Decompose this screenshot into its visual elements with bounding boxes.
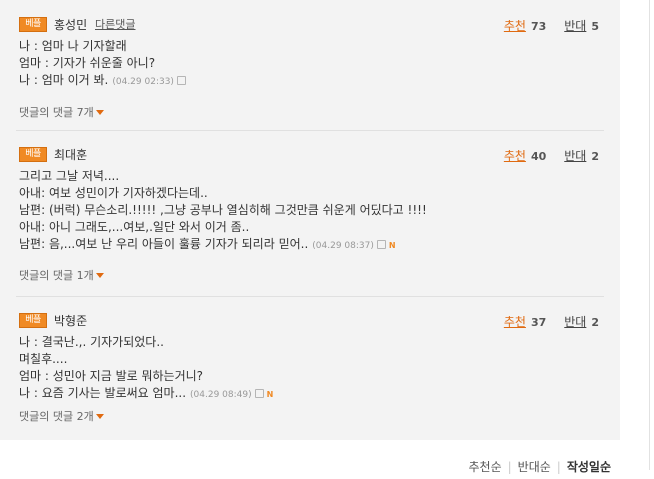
comment-line: 그리고 그날 저녁.... xyxy=(19,169,120,183)
comment-line-last: 남편: 음,...여보 난 우리 아들이 훌륭 기자가 되리라 믿어.. (04.… xyxy=(19,236,604,255)
comment-item: 베플 홍성민 다른댓글 추천 73 반대 5 나 : 엄마 나 기자할래 엄마 : 기… xyxy=(16,16,604,120)
chevron-down-icon xyxy=(95,110,104,115)
sort-latest-link[interactable]: 작성일순 xyxy=(567,460,611,474)
comment-line-text: 나 : 요즘 기사는 발로써요 엄마... xyxy=(19,386,187,400)
vote-area: 추천 40 반대 2 xyxy=(504,147,599,164)
chevron-down-icon xyxy=(95,273,104,278)
lock-icon xyxy=(254,389,264,398)
comment-item: 베플 박형준 추천 37 반대 2 나 : 결국난.,. 기자가되었다.. 며칠후..… xyxy=(16,312,604,424)
best-badge: 베플 xyxy=(19,147,47,162)
oppose-button[interactable]: 반대 xyxy=(564,149,586,163)
lock-icon xyxy=(176,76,186,85)
replies-toggle[interactable]: 댓글의 댓글 1개 xyxy=(16,267,604,283)
comment-divider xyxy=(16,130,604,131)
author-name[interactable]: 박형준 xyxy=(54,312,87,329)
comment-divider xyxy=(16,296,604,297)
recommend-button[interactable]: 추천 xyxy=(504,19,526,33)
comment-body: 나 : 엄마 나 기자할래 엄마 : 기자가 쉬운줄 아니? 나 : 엄마 이거… xyxy=(16,38,604,91)
comment-line: 아내: 여보 성민이가 기자하겠다는데.. xyxy=(19,186,208,200)
recommend-count: 73 xyxy=(530,20,547,33)
sort-bar: 추천순 | 반대순 | 작성일순 xyxy=(468,458,611,475)
oppose-count: 2 xyxy=(591,316,599,329)
oppose-count: 2 xyxy=(591,150,599,163)
sort-oppose-link[interactable]: 반대순 xyxy=(518,460,551,474)
oppose-button[interactable]: 반대 xyxy=(564,315,586,329)
comment-header: 베플 최대훈 추천 40 반대 2 xyxy=(16,146,604,166)
comment-line: 엄마 : 성민아 지금 발로 뭐하는거니? xyxy=(19,369,204,383)
chevron-down-icon xyxy=(95,414,104,419)
oppose-button[interactable]: 반대 xyxy=(564,19,586,33)
comment-line: 아내: 아니 그래도,...여보,.일단 와서 이거 좀.. xyxy=(19,220,250,234)
sort-separator: | xyxy=(507,460,512,474)
timestamp: (04.29 08:49) xyxy=(190,390,252,400)
comment-line: 며칠후.... xyxy=(19,352,68,366)
oppose-count: 5 xyxy=(591,20,599,33)
replies-label: 댓글의 댓글 7개 xyxy=(19,106,94,119)
replies-label: 댓글의 댓글 2개 xyxy=(19,410,94,423)
comment-header: 베플 홍성민 다른댓글 추천 73 반대 5 xyxy=(16,16,604,36)
best-badge: 베플 xyxy=(19,17,47,32)
comment-line: 나 : 엄마 나 기자할래 xyxy=(19,39,127,53)
author-name[interactable]: 최대훈 xyxy=(54,146,87,163)
comment-line-last: 나 : 엄마 이거 봐. (04.29 02:33) xyxy=(19,72,604,91)
comment-line-last: 나 : 요즘 기사는 발로써요 엄마... (04.29 08:49) N xyxy=(19,385,604,404)
sort-separator: | xyxy=(556,460,561,474)
vote-area: 추천 37 반대 2 xyxy=(504,313,599,330)
new-badge: N xyxy=(388,241,396,250)
best-badge: 베플 xyxy=(19,313,47,328)
timestamp: (04.29 02:33) xyxy=(112,77,174,87)
new-badge: N xyxy=(266,390,274,399)
replies-toggle[interactable]: 댓글의 댓글 7개 xyxy=(16,104,604,120)
comment-item: 베플 최대훈 추천 40 반대 2 그리고 그날 저녁.... 아내: 여보 성민이가… xyxy=(16,146,604,283)
comment-line: 남편: (버럭) 무슨소리.!!!!! ,그냥 공부나 열심히해 그것만큼 쉬운… xyxy=(19,203,427,217)
comment-line-text: 나 : 엄마 이거 봐. xyxy=(19,73,109,87)
recommend-button[interactable]: 추천 xyxy=(504,149,526,163)
replies-label: 댓글의 댓글 1개 xyxy=(19,269,94,282)
recommend-count: 37 xyxy=(530,316,547,329)
timestamp: (04.29 08:37) xyxy=(312,241,374,251)
comment-line: 나 : 결국난.,. 기자가되었다.. xyxy=(19,335,164,349)
comment-body: 그리고 그날 저녁.... 아내: 여보 성민이가 기자하겠다는데.. 남편: … xyxy=(16,168,604,255)
comment-header: 베플 박형준 추천 37 반대 2 xyxy=(16,312,604,332)
divider xyxy=(649,0,650,470)
comment-body: 나 : 결국난.,. 기자가되었다.. 며칠후.... 엄마 : 성민아 지금 … xyxy=(16,334,604,404)
lock-icon xyxy=(376,240,386,249)
recommend-count: 40 xyxy=(530,150,547,163)
comment-line-text: 남편: 음,...여보 난 우리 아들이 훌륭 기자가 되리라 믿어.. xyxy=(19,237,309,251)
sort-recommend-link[interactable]: 추천순 xyxy=(468,460,501,474)
comment-line: 엄마 : 기자가 쉬운줄 아니? xyxy=(19,56,156,70)
recommend-button[interactable]: 추천 xyxy=(504,315,526,329)
other-comments-link[interactable]: 다른댓글 xyxy=(95,16,135,32)
vote-area: 추천 73 반대 5 xyxy=(504,17,599,34)
author-name[interactable]: 홍성민 xyxy=(54,16,87,33)
replies-toggle[interactable]: 댓글의 댓글 2개 xyxy=(16,408,604,424)
